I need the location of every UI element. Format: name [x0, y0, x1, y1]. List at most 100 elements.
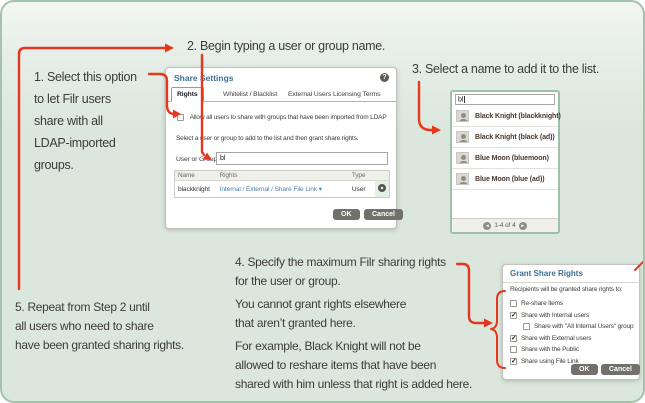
annotation-line: have been granted sharing rights.	[15, 336, 184, 355]
option-row: Share with Internal users	[510, 310, 634, 322]
annotation-line: allowed to reshare items that have been	[235, 356, 472, 375]
ldap-checkbox-row: Allow all users to share with groups tha…	[177, 114, 387, 121]
tab-bar: Rights Whitelist / Blacklist External Us…	[166, 86, 396, 102]
cancel-button[interactable]: Cancel	[364, 209, 403, 220]
share-rights-table: Name Rights Type blackknight Internal / …	[174, 170, 390, 198]
gear-icon[interactable]	[378, 184, 386, 192]
grant-share-rights-dialog: Grant Share Rights Recipients will be gr…	[502, 264, 640, 380]
cancel-button[interactable]: Cancel	[601, 364, 640, 375]
annotation-line: shared with him unless that right is add…	[235, 375, 472, 394]
grant-options: Re-share items Share with Internal users…	[510, 298, 634, 367]
prev-page-icon[interactable]: ◄	[483, 222, 491, 230]
col-rights: Rights	[217, 171, 349, 181]
next-page-icon[interactable]: ►	[519, 222, 527, 230]
annotation-line: LDAP-imported	[34, 132, 137, 154]
share-settings-dialog: Share Settings ? Rights Whitelist / Blac…	[165, 67, 397, 229]
chevron-down-icon[interactable]: ▾	[319, 186, 322, 193]
annotation-line: all users who need to share	[15, 317, 184, 336]
name-search-input[interactable]: bl	[455, 94, 555, 105]
cell-type: User	[349, 181, 375, 198]
option-label: Share with "All Internal Users" group	[534, 323, 634, 330]
option-label: Re-share items	[521, 300, 563, 307]
share-public-checkbox[interactable]	[510, 346, 517, 353]
annotation-step-3: 3. Select a name to add it to the list.	[412, 62, 599, 76]
annotation-line: for the user or group.	[235, 272, 472, 291]
tab-whitelist-blacklist[interactable]: Whitelist / Blacklist	[218, 88, 282, 101]
col-name: Name	[175, 171, 217, 181]
annotation-line: share with all	[34, 110, 137, 132]
arrowhead	[165, 44, 174, 53]
arrowhead	[484, 319, 493, 328]
text-cursor	[464, 96, 465, 103]
list-item[interactable]: Black Knight (black (ad))	[452, 127, 558, 148]
pagination-label: 1-4 of 4	[494, 222, 515, 229]
ldap-share-checkbox[interactable]	[177, 114, 184, 121]
annotation-line: to let Filr users	[34, 88, 137, 110]
table-header-row: Name Rights Type	[175, 171, 390, 181]
table-row: blackknight Internal / External / Share …	[175, 181, 390, 198]
option-row: Share with "All Internal Users" group	[510, 321, 634, 333]
user-name: Blue Moon (bluemoon)	[475, 155, 549, 162]
option-label: Share with Internal users	[521, 312, 589, 319]
help-icon[interactable]: ?	[380, 73, 389, 82]
share-internal-users-checkbox[interactable]	[510, 312, 517, 319]
annotation-paragraph: 4. Specify the maximum Filr sharing righ…	[235, 253, 472, 291]
ok-button[interactable]: OK	[571, 364, 598, 375]
name-search-value: bl	[458, 96, 463, 103]
reshare-items-checkbox[interactable]	[510, 300, 517, 307]
share-external-users-checkbox[interactable]	[510, 335, 517, 342]
option-row: Share with External users	[510, 333, 634, 345]
cell-name: blackknight	[175, 181, 217, 198]
avatar-icon	[456, 152, 469, 164]
option-label: Share using File Link	[521, 358, 579, 365]
annotation-step-2: 2. Begin typing a user or group name.	[187, 39, 385, 53]
tab-rights[interactable]: Rights	[171, 87, 204, 102]
col-actions	[375, 171, 390, 181]
cell-rights: Internal / External / Share File Link ▾	[217, 181, 349, 198]
annotation-line: that aren’t granted here.	[235, 314, 472, 333]
annotation-line: 5. Repeat from Step 2 until	[15, 298, 184, 317]
rights-dropdown-link[interactable]: Internal / External / Share File Link	[220, 186, 317, 193]
annotation-step-5: 5. Repeat from Step 2 until all users wh…	[15, 298, 184, 355]
annotation-line: For example, Black Knight will not be	[235, 337, 472, 356]
option-label: Share with the Public	[521, 346, 579, 353]
name-results-list: Black Knight (blackknight) Black Knight …	[452, 106, 558, 190]
list-item[interactable]: Blue Moon (bluemoon)	[452, 148, 558, 169]
annotation-line: groups.	[34, 154, 137, 176]
user-group-label: User or Group:	[176, 156, 219, 163]
annotation-step-1: 1. Select this option to let Filr users …	[34, 66, 137, 176]
ok-button[interactable]: OK	[333, 209, 360, 220]
col-type: Type	[349, 171, 375, 181]
annotation-step-4: 4. Specify the maximum Filr sharing righ…	[235, 253, 472, 398]
dialog-title: Share Settings	[174, 73, 234, 83]
instruction-text: Select a user or group to add to the lis…	[176, 135, 358, 142]
name-picker-dropdown: bl Black Knight (blackknight) Black Knig…	[450, 90, 560, 234]
list-item[interactable]: Black Knight (blackknight)	[452, 106, 558, 127]
grant-intro-text: Recipients will be granted share rights …	[510, 286, 622, 293]
ldap-checkbox-label: Allow all users to share with groups tha…	[190, 114, 387, 121]
option-row: Share with the Public	[510, 344, 634, 356]
annotation-line: 1. Select this option	[34, 66, 137, 88]
annotation-line: You cannot grant rights elsewhere	[235, 295, 472, 314]
avatar-icon	[456, 131, 469, 143]
annotation-paragraph: You cannot grant rights elsewhere that a…	[235, 295, 472, 333]
tab-external-users-licensing[interactable]: External Users Licensing Terms	[283, 88, 385, 101]
annotation-paragraph: For example, Black Knight will not be al…	[235, 337, 472, 394]
user-name: Blue Moon (blue (ad))	[475, 176, 544, 183]
dialog-title: Grant Share Rights	[510, 269, 583, 278]
divider	[503, 282, 639, 283]
avatar-icon	[456, 110, 469, 122]
arrowhead	[432, 126, 441, 135]
annotation-line: 4. Specify the maximum Filr sharing righ…	[235, 253, 472, 272]
share-file-link-checkbox[interactable]	[510, 358, 517, 365]
avatar-icon	[456, 173, 469, 185]
option-row: Re-share items	[510, 298, 634, 310]
user-name: Black Knight (black (ad))	[475, 134, 555, 141]
user-name: Black Knight (blackknight)	[475, 113, 561, 120]
list-item[interactable]: Blue Moon (blue (ad))	[452, 169, 558, 190]
cell-actions	[375, 181, 390, 198]
user-group-input[interactable]: bl	[216, 152, 388, 165]
share-all-internal-users-group-checkbox[interactable]	[523, 323, 530, 330]
arrow-step3-to-list	[419, 82, 432, 130]
option-label: Share with External users	[521, 335, 591, 342]
